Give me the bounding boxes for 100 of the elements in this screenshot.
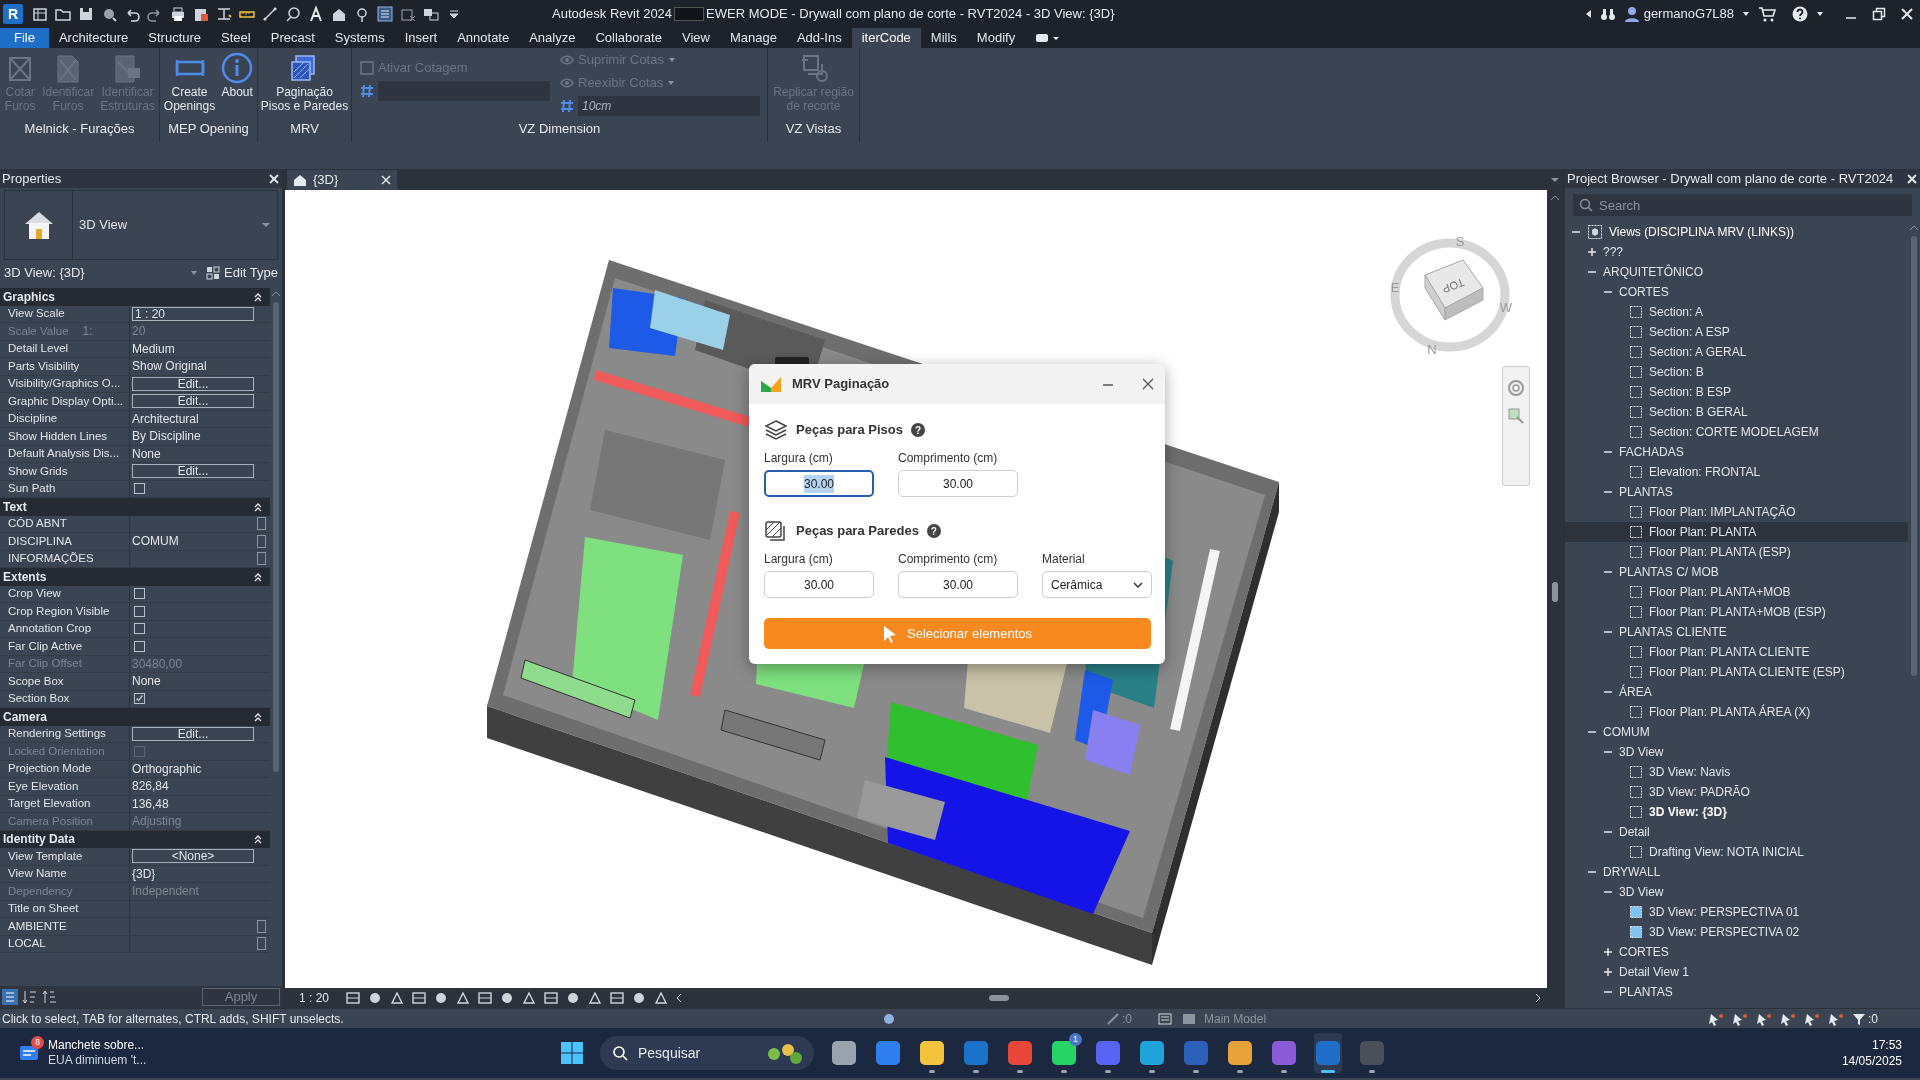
tree-item[interactable]: Floor Plan: PLANTA ÁREA (X) [1649,703,1811,721]
caret-left-icon[interactable] [675,993,683,1003]
design-options-icon[interactable] [1158,1011,1172,1026]
expand-icon[interactable] [1603,967,1613,977]
parameter-toggle[interactable] [257,534,266,548]
ribbon-tab[interactable]: File [0,28,49,48]
list-icon[interactable] [376,5,394,23]
search-field[interactable]: Pesquisar [600,1036,814,1070]
print-icon[interactable] [169,5,187,23]
ribbon-tab[interactable]: Precast [260,28,325,48]
checkbox[interactable] [134,623,145,635]
ribbon-tab[interactable]: Architecture [48,28,139,48]
edit-type-button[interactable]: Edit Type [206,263,278,283]
search-field[interactable]: Search [1573,194,1912,216]
input-field[interactable]: 30.00 [764,470,874,497]
categorize-icon[interactable] [2,989,18,1005]
collapse-icon[interactable] [253,571,263,582]
tree-item[interactable]: PLANTAS CLIENTE [1619,623,1727,641]
steering-wheel-icon[interactable] [1507,379,1525,397]
parameter-toggle[interactable] [257,552,266,566]
tree-item[interactable]: ÁREA [1619,683,1652,701]
tree-item[interactable]: 3D View [1619,883,1664,901]
windows-logo-icon[interactable] [560,1041,584,1065]
collapse-icon[interactable] [253,711,263,722]
edit-button[interactable]: Edit... [132,394,254,409]
ribbon-tab[interactable]: Steel [211,28,261,48]
cart-icon[interactable] [1758,6,1776,22]
ribbon-tool-button[interactable]: Paginação Pisos e Paredes [259,50,350,113]
scale-button[interactable]: 1 : 20 [289,989,339,1007]
save-icon[interactable] [77,5,95,23]
restore-icon[interactable] [1872,7,1886,21]
tree-item[interactable]: Detail View 1 [1619,963,1689,981]
checkbox-checked[interactable] [134,693,145,705]
news-widget[interactable]: 8 Manchete sobre... EUA diminuem 't... [18,1038,318,1068]
tree-item[interactable]: 3D View: Navis [1649,763,1731,781]
grid-icon[interactable] [31,5,49,23]
tree-item[interactable]: CORTES [1619,283,1669,301]
help-button[interactable]: ? [910,423,925,437]
caret-down-icon[interactable] [1816,10,1824,18]
ribbon-tab[interactable]: Mills [920,28,967,48]
tree-item[interactable]: Floor Plan: PLANTA (ESP) [1649,543,1791,561]
ribbon-tab[interactable]: Collaborate [585,28,672,48]
tree-item[interactable]: DRYWALL [1603,863,1661,881]
tree-item[interactable]: Detail [1619,823,1650,841]
tree-item[interactable]: COMUM [1603,723,1650,741]
scroll-up-icon[interactable] [1549,194,1560,202]
scrollbar-thumb[interactable] [1911,236,1917,676]
camera-toggle-icon[interactable] [1035,31,1062,45]
text-icon[interactable] [307,5,325,23]
caret-down-icon[interactable] [1742,10,1750,18]
tree-item[interactable]: Section: B ESP [1649,383,1732,401]
tree-item[interactable]: Section: A [1649,303,1704,321]
checkbox[interactable] [134,640,145,652]
ribbon-tab[interactable]: Manage [719,28,787,48]
tree-item[interactable]: CORTES [1619,943,1669,961]
user-icon[interactable] [1623,6,1640,22]
tree-item[interactable]: Section: CORTE MODELAGEM [1649,423,1819,441]
scroll-up-icon[interactable] [1909,224,1919,232]
tree-item[interactable]: Views (DISCIPLINA MRV (LINKS)) [1609,223,1794,241]
input-field[interactable]: 30.00 [898,470,1018,497]
binoculars-icon[interactable] [1599,6,1616,22]
ribbon-tab[interactable]: Modify [966,28,1026,48]
input-field[interactable]: 1 : 20 [132,306,254,321]
scrollbar-thumb[interactable] [989,995,1009,1001]
close-icon[interactable] [1142,378,1154,390]
ribbon-tab[interactable]: View [671,28,720,48]
input-field[interactable]: 10cm [578,96,760,116]
collapse-icon[interactable] [253,501,263,512]
parameter-toggle[interactable] [257,937,266,951]
type-selector[interactable]: 3D View [4,190,278,260]
tree-item[interactable]: Section: B [1649,363,1704,381]
tree-item[interactable]: PLANTAS [1619,983,1673,1001]
tree-item[interactable]: FACHADAS [1619,443,1684,461]
ribbon-tab[interactable]: Systems [324,28,395,48]
taskbar-app[interactable] [1314,1033,1342,1073]
user-menu[interactable]: germanoG7L88 [1643,4,1734,24]
tree-item[interactable]: Section: A ESP [1649,323,1730,341]
checkbox[interactable] [134,483,145,495]
checkbox[interactable] [134,605,145,617]
checkbox[interactable] [134,588,145,600]
ribbon-tab[interactable]: Analyze [519,28,586,48]
tree-item[interactable]: Floor Plan: IMPLANTAÇÃO [1649,503,1796,521]
tree-item[interactable]: Drafting View: NOTA INICIAL [1649,843,1804,861]
ribbon-tab[interactable]: Insert [394,28,448,48]
sort-ascending-icon[interactable] [22,989,38,1005]
edit-button[interactable]: Edit... [132,464,254,479]
edit-button[interactable]: <None> [132,849,254,864]
expand-icon[interactable] [1587,247,1597,257]
ribbon-tool-button[interactable]: Create Openings [162,50,217,113]
tree-item[interactable]: Floor Plan: PLANTA CLIENTE (ESP) [1649,663,1845,681]
scroll-up-icon[interactable] [271,290,281,298]
ribbon-tab[interactable]: Annotate [447,28,520,48]
tree-item[interactable]: Floor Plan: PLANTA CLIENTE [1649,643,1810,661]
tree-item[interactable]: PLANTAS [1619,483,1673,501]
help-icon[interactable] [1792,6,1808,22]
tree-item[interactable]: Floor Plan: PLANTA+MOB [1649,583,1791,601]
caret-right-icon[interactable] [1534,993,1542,1003]
collapse-icon[interactable] [253,291,263,302]
tree-item[interactable]: ??? [1603,243,1624,261]
tree-item[interactable]: 3D View: PERSPECTIVA 01 [1649,903,1800,921]
